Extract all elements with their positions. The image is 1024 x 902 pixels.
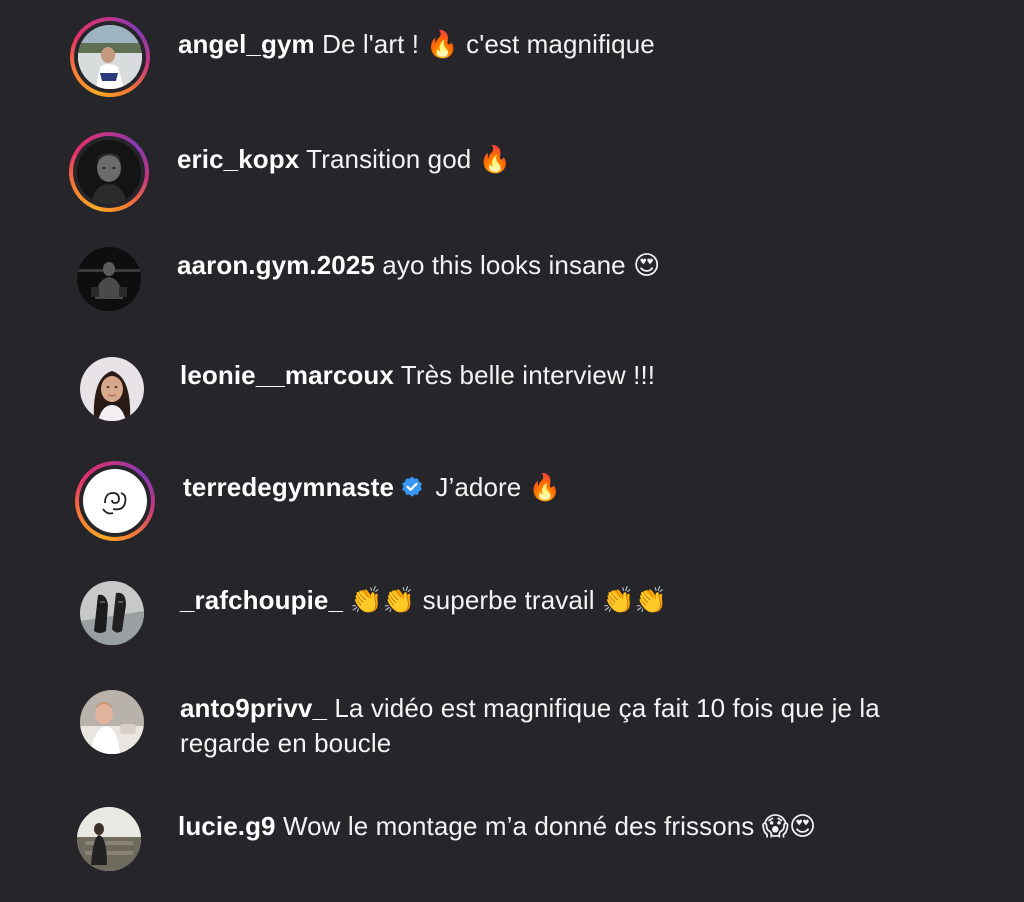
comment-body: La vidéo est magnifique ça fait 10 fois … <box>334 693 880 723</box>
avatar <box>83 469 147 533</box>
story-ring[interactable] <box>75 461 155 541</box>
comment-body: ayo this looks insane 😍 <box>382 250 661 280</box>
comment-username[interactable]: lucie.g9 <box>178 811 276 841</box>
comment-text: anto9privv_ La vidéo est magnifique ça f… <box>180 691 980 761</box>
verified-badge-icon <box>400 475 424 499</box>
comment-username[interactable]: aaron.gym.2025 <box>177 250 375 280</box>
avatar <box>77 140 141 204</box>
comment-body-continued: regarde en boucle <box>180 728 392 758</box>
comment-body: De l'art ! 🔥 c'est magnifique <box>322 29 655 59</box>
comment-username[interactable]: leonie__marcoux <box>180 360 394 390</box>
avatar[interactable] <box>77 807 141 871</box>
avatar[interactable] <box>80 357 144 421</box>
comment-username[interactable]: angel_gym <box>178 29 315 59</box>
avatar[interactable] <box>80 690 144 754</box>
story-ring[interactable] <box>70 17 150 97</box>
comment-username[interactable]: anto9privv_ <box>180 693 327 723</box>
comment-text: lucie.g9 Wow le montage m’a donné des fr… <box>178 809 816 844</box>
comment-text: aaron.gym.2025 ayo this looks insane 😍 <box>177 248 660 283</box>
avatar[interactable] <box>77 247 141 311</box>
comment-text: _rafchoupie_ 👏👏 superbe travail 👏👏 <box>180 583 667 618</box>
comment-username[interactable]: terredegymnaste <box>183 472 394 502</box>
avatar <box>78 25 142 89</box>
comment-body: 👏👏 superbe travail 👏👏 <box>350 585 667 615</box>
comment-username[interactable]: _rafchoupie_ <box>180 585 343 615</box>
comment-username[interactable]: eric_kopx <box>177 144 299 174</box>
comment-body: Transition god 🔥 <box>306 144 512 174</box>
comment-text: leonie__marcoux Très belle interview !!! <box>180 358 655 393</box>
comment-text: eric_kopx Transition god 🔥 <box>177 142 511 177</box>
comment-text: terredegymnaste J’adore 🔥 <box>183 470 561 505</box>
comment-body: Très belle interview !!! <box>400 360 656 390</box>
story-ring[interactable] <box>69 132 149 212</box>
comment-body: J’adore 🔥 <box>435 472 562 502</box>
comment-text: angel_gym De l'art ! 🔥 c'est magnifique <box>178 27 655 62</box>
comment-body: Wow le montage m’a donné des frissons 😱😍 <box>282 811 817 841</box>
avatar[interactable] <box>80 581 144 645</box>
